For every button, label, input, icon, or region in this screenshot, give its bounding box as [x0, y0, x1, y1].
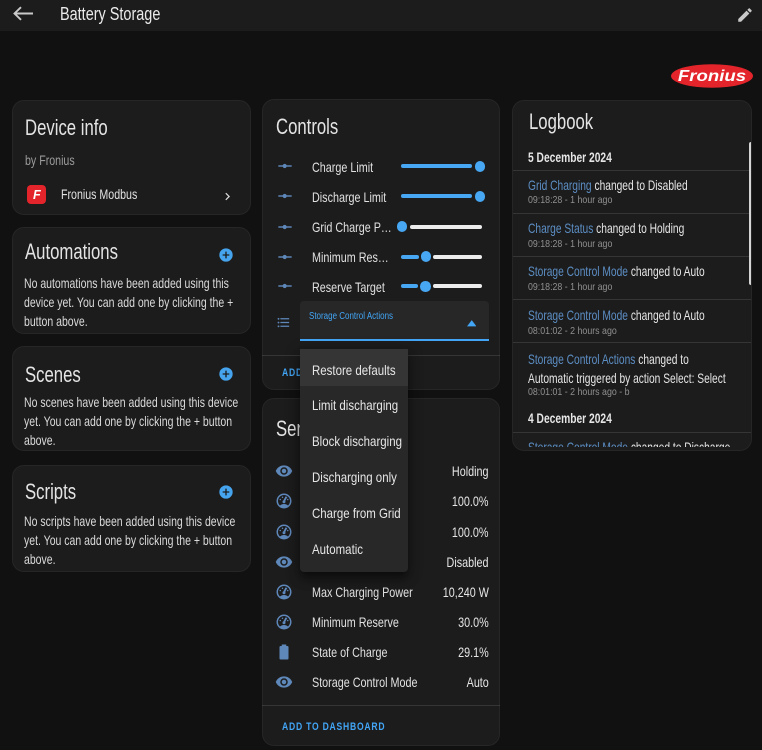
svg-text:Fronius: Fronius: [678, 67, 746, 84]
svg-text:F: F: [33, 188, 41, 202]
